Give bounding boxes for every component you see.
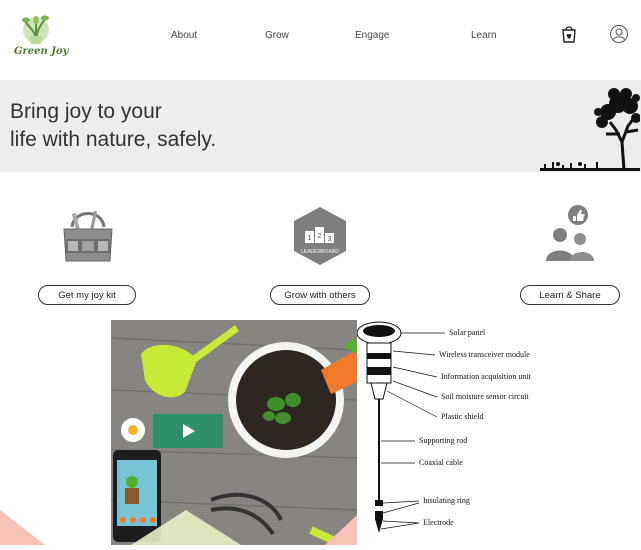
learn-share-button[interactable]: Learn & Share xyxy=(520,285,620,305)
label-acquisition-unit: Information acquisition unit xyxy=(441,372,531,381)
brand-name: Green Joy xyxy=(14,46,69,57)
hero-line-1: Bring joy to your xyxy=(10,100,162,123)
leaderboard-label: LEADERBOARD xyxy=(301,249,339,255)
hero-line-2: life with nature, safely. xyxy=(10,128,217,151)
decorative-corner-left xyxy=(0,510,45,545)
user-icon[interactable] xyxy=(609,24,629,46)
brand-logo[interactable] xyxy=(10,8,66,66)
product-video-thumbnail[interactable] xyxy=(111,320,357,545)
label-supporting-rod: Supporting rod xyxy=(419,436,468,445)
tree-silhouette-icon xyxy=(540,82,641,172)
label-electrode: Electrode xyxy=(423,518,454,527)
label-insulating-ring: Insulating ring xyxy=(423,496,470,505)
label-soil-sensor: Soil moisture sensor circuit xyxy=(441,392,529,401)
nav-learn[interactable]: Learn xyxy=(471,30,497,41)
leaderboard-rank-2: 2 xyxy=(318,233,322,240)
leaderboard-icon: 1 2 3 LEADERBOARD xyxy=(290,205,350,265)
nav-about[interactable]: About xyxy=(171,30,197,41)
get-joy-kit-button[interactable]: Get my joy kit xyxy=(38,285,136,305)
hero-headline: Bring joy to your life with nature, safe… xyxy=(10,98,216,154)
cart-icon[interactable] xyxy=(560,24,580,46)
community-like-icon xyxy=(540,203,600,263)
label-coaxial-cable: Coaxial cable xyxy=(419,458,463,467)
grow-with-others-button[interactable]: Grow with others xyxy=(270,285,370,305)
label-plastic-shield: Plastic shield xyxy=(441,412,484,421)
label-wireless-module: Wireless transceiver module xyxy=(439,350,530,359)
label-solar-panel: Solar panel xyxy=(449,328,486,337)
leaderboard-rank-3: 3 xyxy=(328,236,332,243)
leaderboard-rank-1: 1 xyxy=(308,235,312,242)
plant-pot-logo-icon xyxy=(22,15,49,44)
sensor-diagram: Solar panel Wireless transceiver module … xyxy=(357,315,641,545)
gardening-bag-icon xyxy=(58,205,118,265)
decorative-corner-right xyxy=(325,515,357,545)
nav-grow[interactable]: Grow xyxy=(265,30,289,41)
nav-engage[interactable]: Engage xyxy=(355,30,389,41)
